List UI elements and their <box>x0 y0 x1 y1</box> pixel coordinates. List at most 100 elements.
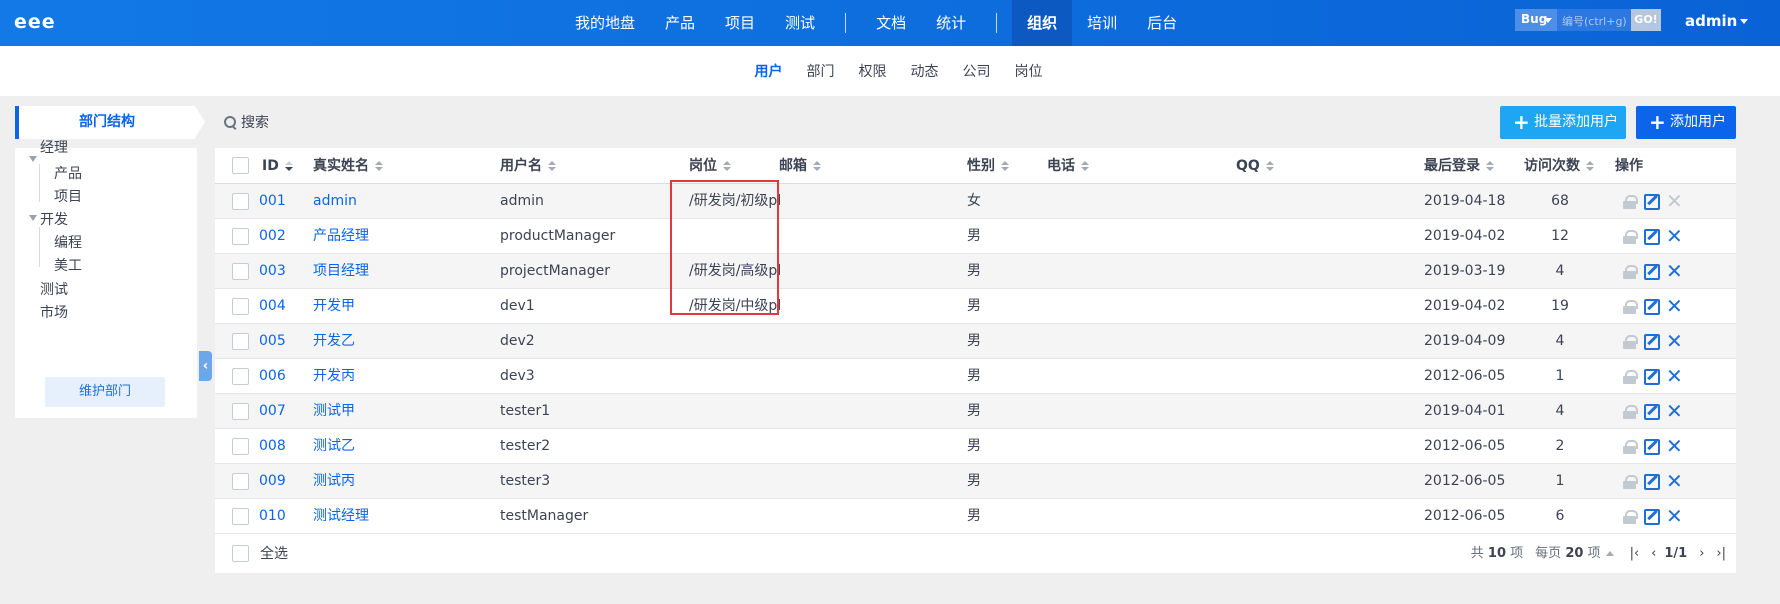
lock-icon[interactable] <box>1623 405 1638 419</box>
cell-id[interactable]: 005 <box>259 324 286 359</box>
batch-add-user-button[interactable]: + 批量添加用户 <box>1500 106 1626 139</box>
nav-project[interactable]: 项目 <box>710 0 770 46</box>
nav-training[interactable]: 培训 <box>1072 0 1132 46</box>
col-qq[interactable]: QQ <box>1236 148 1274 184</box>
search-go-button[interactable]: GO! <box>1631 9 1661 31</box>
select-all-label[interactable]: 全选 <box>260 535 288 573</box>
col-account[interactable]: 用户名 <box>500 148 556 184</box>
table-row[interactable]: 003 项目经理 projectManager/研发岗/高级pl 男 2019-03-1… <box>215 254 1736 289</box>
next-page-icon[interactable]: › <box>1699 535 1704 573</box>
table-row[interactable]: 001 admin admin/研发岗/初级pl 女 2019-04-18 68 ✕ <box>215 184 1736 219</box>
row-checkbox[interactable] <box>232 368 249 385</box>
subnav-dynamic[interactable]: 动态 <box>899 61 951 81</box>
edit-icon[interactable] <box>1644 369 1660 385</box>
edit-icon[interactable] <box>1644 334 1660 350</box>
caret-down-icon[interactable] <box>29 215 37 221</box>
user-menu[interactable]: admin <box>1685 12 1749 30</box>
cell-id[interactable]: 010 <box>259 499 286 534</box>
cell-realname[interactable]: 开发甲 <box>313 289 355 324</box>
row-checkbox[interactable] <box>232 333 249 350</box>
search-input[interactable]: 编号(ctrl+g) <box>1557 9 1631 31</box>
row-checkbox[interactable] <box>232 193 249 210</box>
subnav-user[interactable]: 用户 <box>743 61 795 81</box>
tree-node-market[interactable]: 市场 <box>40 302 68 322</box>
tree-node-product[interactable]: 产品 <box>54 163 82 183</box>
cell-realname[interactable]: 开发丙 <box>313 359 355 394</box>
row-checkbox[interactable] <box>232 438 249 455</box>
delete-icon[interactable]: ✕ <box>1666 224 1683 248</box>
col-email[interactable]: 邮箱 <box>779 148 821 184</box>
subnav-company[interactable]: 公司 <box>951 61 1003 81</box>
col-phone[interactable]: 电话 <box>1047 148 1089 184</box>
pager-per-page[interactable]: 每页 20 项 <box>1535 535 1614 573</box>
edit-icon[interactable] <box>1644 299 1660 315</box>
table-row[interactable]: 005 开发乙 dev2 男 2019-04-09 4 ✕ <box>215 324 1736 359</box>
table-row[interactable]: 010 测试经理 testManager 男 2012-06-05 6 ✕ <box>215 499 1736 534</box>
cell-realname[interactable]: 产品经理 <box>313 219 369 254</box>
cell-id[interactable]: 003 <box>259 254 286 289</box>
table-row[interactable]: 007 测试甲 tester1 男 2019-04-01 4 ✕ <box>215 394 1736 429</box>
select-all-checkbox[interactable] <box>232 545 249 562</box>
cell-id[interactable]: 009 <box>259 464 286 499</box>
cell-realname[interactable]: 测试丙 <box>313 464 355 499</box>
delete-icon[interactable]: ✕ <box>1666 469 1683 493</box>
edit-icon[interactable] <box>1644 474 1660 490</box>
table-row[interactable]: 004 开发甲 dev1/研发岗/中级pl 男 2019-04-02 19 ✕ <box>215 289 1736 324</box>
subnav-position[interactable]: 岗位 <box>1003 61 1055 81</box>
lock-icon[interactable] <box>1623 440 1638 454</box>
nav-doc[interactable]: 文档 <box>861 0 921 46</box>
table-row[interactable]: 009 测试丙 tester3 男 2012-06-05 1 ✕ <box>215 464 1736 499</box>
nav-admin[interactable]: 后台 <box>1132 0 1192 46</box>
cell-id[interactable]: 002 <box>259 219 286 254</box>
cell-id[interactable]: 004 <box>259 289 286 324</box>
header-checkbox[interactable] <box>232 157 249 174</box>
delete-icon[interactable]: ✕ <box>1666 504 1683 528</box>
delete-icon[interactable]: ✕ <box>1666 329 1683 353</box>
nav-test[interactable]: 测试 <box>770 0 830 46</box>
cell-realname[interactable]: admin <box>313 184 357 219</box>
nav-product[interactable]: 产品 <box>650 0 710 46</box>
maintain-dept-button[interactable]: 维护部门 <box>45 377 165 407</box>
lock-icon[interactable] <box>1623 230 1638 244</box>
subnav-priv[interactable]: 权限 <box>847 61 899 81</box>
lock-icon[interactable] <box>1623 300 1638 314</box>
edit-icon[interactable] <box>1644 229 1660 245</box>
row-checkbox[interactable] <box>232 508 249 525</box>
col-id[interactable]: ID <box>262 148 293 184</box>
edit-icon[interactable] <box>1644 439 1660 455</box>
row-checkbox[interactable] <box>232 228 249 245</box>
col-last-login[interactable]: 最后登录 <box>1424 148 1494 184</box>
lock-icon[interactable] <box>1623 510 1638 524</box>
prev-page-icon[interactable]: ‹ <box>1651 535 1656 573</box>
delete-icon[interactable]: ✕ <box>1666 434 1683 458</box>
tree-node-dev[interactable]: 开发 <box>40 209 68 229</box>
nav-my[interactable]: 我的地盘 <box>560 0 650 46</box>
col-role[interactable]: 岗位 <box>689 148 731 184</box>
table-row[interactable]: 008 测试乙 tester2 男 2012-06-05 2 ✕ <box>215 429 1736 464</box>
sidebar-collapse-handle[interactable]: ‹ <box>199 351 212 381</box>
col-gender[interactable]: 性别 <box>967 148 1009 184</box>
delete-icon[interactable]: ✕ <box>1666 399 1683 423</box>
delete-icon[interactable]: ✕ <box>1666 294 1683 318</box>
table-row[interactable]: 006 开发丙 dev3 男 2012-06-05 1 ✕ <box>215 359 1736 394</box>
tree-node-project[interactable]: 项目 <box>54 186 82 206</box>
col-visits[interactable]: 访问次数 <box>1524 148 1594 184</box>
lock-icon[interactable] <box>1623 370 1638 384</box>
cell-realname[interactable]: 开发乙 <box>313 324 355 359</box>
cell-id[interactable]: 007 <box>259 394 286 429</box>
delete-icon[interactable]: ✕ <box>1666 259 1683 283</box>
lock-icon[interactable] <box>1623 475 1638 489</box>
lock-icon[interactable] <box>1623 335 1638 349</box>
cell-realname[interactable]: 测试乙 <box>313 429 355 464</box>
caret-down-icon[interactable] <box>29 156 37 162</box>
cell-realname[interactable]: 项目经理 <box>313 254 369 289</box>
row-checkbox[interactable] <box>232 298 249 315</box>
cell-id[interactable]: 001 <box>259 184 286 219</box>
search-type-select[interactable]: Bug <box>1515 9 1557 31</box>
tree-node-manager[interactable]: 经理 <box>40 140 68 156</box>
cell-id[interactable]: 006 <box>259 359 286 394</box>
nav-report[interactable]: 统计 <box>921 0 981 46</box>
first-page-icon[interactable]: |‹ <box>1630 535 1640 573</box>
edit-icon[interactable] <box>1644 404 1660 420</box>
delete-icon[interactable]: ✕ <box>1666 364 1683 388</box>
